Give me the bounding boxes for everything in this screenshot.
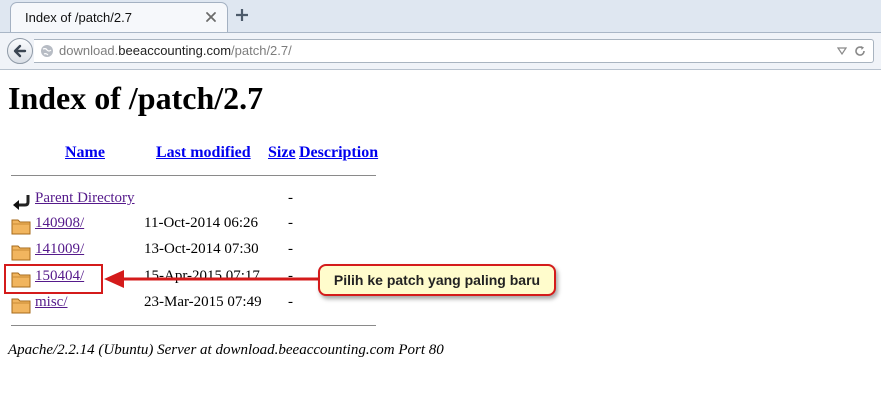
row-size: -	[288, 215, 293, 231]
history-dropdown-icon[interactable]	[837, 47, 847, 55]
table-divider-top	[11, 175, 376, 176]
tab-active[interactable]: Index of /patch/2.7	[10, 2, 228, 32]
url-text[interactable]: download.beeaccounting.com/patch/2.7/	[59, 43, 292, 58]
row-size: -	[288, 190, 293, 206]
back-arrow-icon	[13, 44, 27, 58]
folder-link[interactable]: 140908/	[35, 215, 84, 232]
server-signature: Apache/2.2.14 (Ubuntu) Server at downloa…	[8, 342, 444, 358]
column-header-name[interactable]: Name	[65, 144, 105, 162]
back-arrow-icon	[13, 195, 30, 210]
table-row: misc/ 23-Mar-2015 07:49 -	[11, 294, 411, 316]
annotation-callout: Pilih ke patch yang paling baru	[318, 264, 556, 296]
column-header-description[interactable]: Description	[299, 144, 378, 162]
table-row: 141009/ 13-Oct-2014 07:30 -	[11, 241, 411, 263]
column-header-size[interactable]: Size	[268, 144, 296, 162]
globe-icon	[41, 45, 53, 57]
folder-icon	[11, 245, 31, 261]
row-size: -	[288, 294, 293, 310]
column-header-last-modified[interactable]: Last modified	[156, 144, 251, 162]
address-bar[interactable]: download.beeaccounting.com/patch/2.7/	[34, 39, 874, 63]
folder-icon	[11, 298, 31, 314]
folder-link[interactable]: misc/	[35, 294, 68, 311]
folder-icon	[11, 219, 31, 235]
parent-directory-link[interactable]: Parent Directory	[35, 190, 135, 207]
navigation-bar: download.beeaccounting.com/patch/2.7/	[0, 33, 881, 70]
highlight-box	[4, 264, 103, 294]
table-divider-bottom	[11, 325, 376, 326]
row-last-modified: 13-Oct-2014 07:30	[144, 241, 259, 257]
tab-strip: Index of /patch/2.7	[0, 0, 881, 33]
row-last-modified: 11-Oct-2014 06:26	[144, 215, 259, 231]
tab-title: Index of /patch/2.7	[25, 10, 132, 25]
folder-link[interactable]: 141009/	[35, 241, 84, 258]
table-row: Parent Directory -	[11, 190, 411, 212]
reload-icon[interactable]	[854, 45, 866, 57]
new-tab-icon[interactable]	[235, 8, 249, 22]
row-size: -	[288, 241, 293, 257]
callout-text: Pilih ke patch yang paling baru	[333, 272, 541, 288]
row-last-modified: 23-Mar-2015 07:49	[144, 294, 262, 310]
page-title: Index of /patch/2.7	[8, 80, 264, 116]
pointer-arrow	[104, 270, 328, 288]
close-icon[interactable]	[205, 11, 217, 23]
back-button[interactable]	[7, 38, 33, 64]
table-row: 140908/ 11-Oct-2014 06:26 -	[11, 215, 411, 237]
